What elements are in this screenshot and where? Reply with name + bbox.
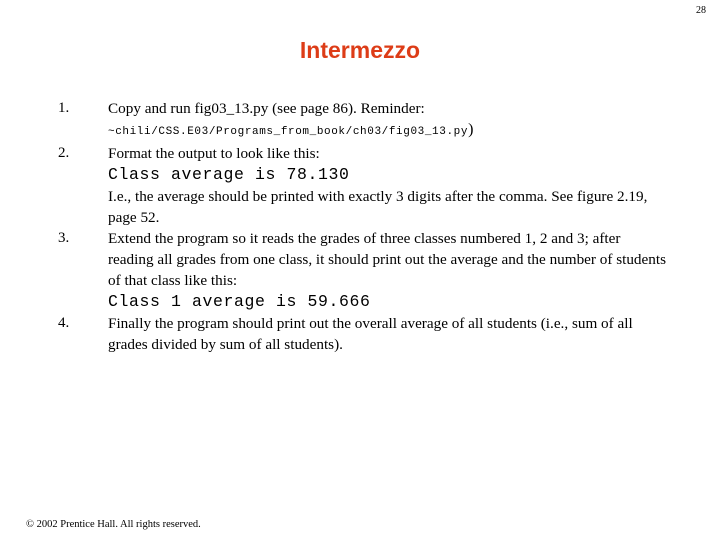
list-item-number: 4. [58, 315, 70, 331]
file-path-closing-paren: ) [468, 121, 474, 138]
list-item: 3. Extend the program so it reads the gr… [56, 228, 668, 313]
numbered-list: 1. Copy and run fig03_13.py (see page 86… [56, 98, 668, 355]
code-output-line: Class average is 78.130 [108, 165, 350, 184]
page-number: 28 [696, 5, 706, 16]
list-item-body: Finally the program should print out the… [108, 313, 668, 355]
list-item: 2. Format the output to look like this: … [56, 143, 668, 228]
list-item: 1. Copy and run fig03_13.py (see page 86… [56, 98, 668, 143]
list-item-text: Copy and run fig03_13.py (see page 86). … [108, 100, 425, 117]
list-item-number: 1. [58, 100, 70, 116]
code-output-line: Class 1 average is 59.666 [108, 292, 371, 311]
list-item: 4. Finally the program should print out … [56, 313, 668, 355]
list-item-body: Format the output to look like this: Cla… [108, 143, 668, 228]
list-item-number: 2. [58, 145, 70, 161]
list-item-body: Copy and run fig03_13.py (see page 86). … [108, 98, 668, 143]
list-item-text: Extend the program so it reads the grade… [108, 230, 666, 289]
file-path-line: ~chili/CSS.E03/Programs_from_book/ch03/f… [108, 119, 668, 143]
list-item-body: Extend the program so it reads the grade… [108, 228, 668, 313]
page-title: Intermezzo [299, 37, 421, 63]
list-item-number: 3. [58, 230, 70, 246]
copyright-footer: © 2002 Prentice Hall. All rights reserve… [26, 519, 201, 530]
list-item-text: I.e., the average should be printed with… [108, 188, 648, 226]
file-path-text: ~chili/CSS.E03/Programs_from_book/ch03/f… [108, 126, 469, 138]
list-item-text: Finally the program should print out the… [108, 315, 633, 353]
slide-canvas: 28 Intermezzo 1. Copy and run fig03_13.p… [0, 0, 720, 540]
list-item-text: Format the output to look like this: [108, 145, 320, 162]
